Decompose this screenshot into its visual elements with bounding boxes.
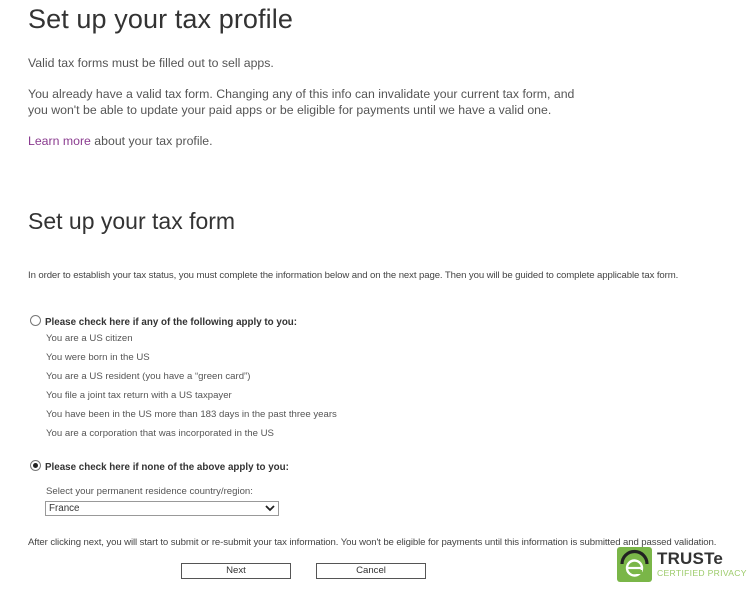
radio-us-person[interactable]: [30, 315, 41, 326]
condition-item: You are a US citizen: [46, 333, 133, 344]
truste-logo-icon: [617, 547, 652, 582]
valid-form-warning-text: You already have a valid tax form. Chang…: [28, 87, 575, 117]
page-title: Set up your tax profile: [28, 4, 293, 34]
truste-subtitle: CERTIFIED PRIVACY: [657, 568, 747, 578]
tax-form-heading: Set up your tax form: [28, 208, 236, 234]
condition-item: You were born in the US: [46, 352, 150, 363]
truste-name: TRUSTe: [657, 549, 724, 568]
non-us-person-label[interactable]: Please check here if none of the above a…: [45, 462, 289, 473]
next-button[interactable]: Next: [181, 563, 291, 579]
us-person-label[interactable]: Please check here if any of the followin…: [45, 317, 297, 328]
country-select[interactable]: France: [45, 501, 279, 516]
condition-item: You are a US resident (you have a “green…: [46, 371, 251, 382]
learn-more-line: Learn more about your tax profile.: [28, 133, 213, 149]
chevron-down-icon: [265, 505, 275, 512]
country-select-value: France: [49, 503, 80, 514]
condition-item: You file a joint tax return with a US ta…: [46, 390, 232, 401]
radio-non-us-person[interactable]: [30, 460, 41, 471]
cancel-button[interactable]: Cancel: [316, 563, 426, 579]
learn-more-link[interactable]: Learn more: [28, 134, 91, 148]
tax-form-requirement-text: Valid tax forms must be filled out to se…: [28, 56, 274, 70]
condition-item: You are a corporation that was incorpora…: [46, 428, 274, 439]
truste-seal[interactable]: TRUSTe CERTIFIED PRIVACY: [617, 547, 756, 583]
learn-more-suffix: about your tax profile.: [90, 134, 213, 148]
condition-item: You have been in the US more than 183 da…: [46, 409, 337, 420]
country-select-label: Select your permanent residence country/…: [46, 486, 253, 497]
submission-note: After clicking next, you will start to s…: [28, 537, 717, 548]
tax-form-intro: In order to establish your tax status, y…: [28, 270, 679, 281]
